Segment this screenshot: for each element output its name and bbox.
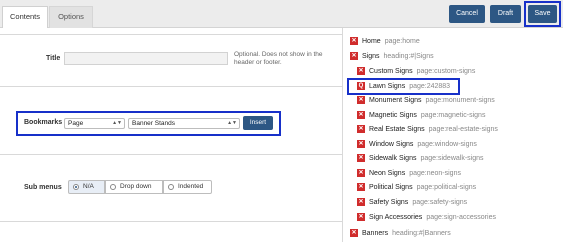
delete-icon[interactable]: ✕ xyxy=(357,213,365,222)
submenu-option-indented[interactable]: Indented xyxy=(163,180,212,194)
page-list-item[interactable]: ✕ Custom Signs page:custom-signs xyxy=(357,66,475,78)
page-list-item[interactable]: ✕ Signs heading:#|Signs xyxy=(350,51,434,63)
page-meta: heading:#|Banners xyxy=(392,230,451,237)
page-list-item[interactable]: ✕ Sidewalk Signs page:sidewalk-signs xyxy=(357,153,484,165)
delete-icon[interactable]: ✕ xyxy=(357,96,365,105)
submenu-option-na[interactable]: N/A xyxy=(68,180,105,194)
radio-selected-icon xyxy=(73,184,79,190)
page-title: Sign Accessories xyxy=(369,214,423,221)
page-list-item[interactable]: ✕ Home page:home xyxy=(350,36,420,48)
title-label: Title xyxy=(46,55,61,62)
submenu-option-label: Drop down xyxy=(120,183,152,190)
page-meta: page:magnetic-signs xyxy=(420,112,486,119)
page-list-item[interactable]: ✕ Real Estate Signs page:real-estate-signs xyxy=(357,124,498,136)
page-meta: page:safety-signs xyxy=(412,199,468,206)
delete-icon[interactable]: ✕ xyxy=(357,140,365,149)
section-divider xyxy=(0,86,342,87)
select-caret-icon: ▲▼ xyxy=(112,120,122,126)
panel-divider xyxy=(342,28,343,242)
page-list-item[interactable]: ✕ Political Signs page:political-signs xyxy=(357,182,476,194)
page-title: Banners xyxy=(362,230,389,237)
bookmark-page-select[interactable]: Banner Stands ▲▼ xyxy=(128,118,240,129)
bookmark-page-value: Banner Stands xyxy=(132,120,176,127)
page-meta: page:sidewalk-signs xyxy=(420,155,484,162)
delete-icon[interactable]: ✕ xyxy=(357,67,365,76)
page-title: Signs xyxy=(362,53,380,60)
tab-contents[interactable]: Contents xyxy=(2,6,48,28)
top-bar: Contents Options Cancel Draft Save xyxy=(0,0,563,28)
submenu-option-label: N/A xyxy=(83,183,94,190)
page-meta: page:home xyxy=(384,38,420,45)
page-title: Monument Signs xyxy=(369,97,422,104)
save-button[interactable]: Save xyxy=(528,5,557,23)
section-divider xyxy=(0,154,342,155)
page-title: Sidewalk Signs xyxy=(369,155,417,162)
page-title: Window Signs xyxy=(369,141,414,148)
page-title: Lawn Signs xyxy=(369,83,406,90)
delete-icon[interactable]: ✕ xyxy=(357,198,365,207)
delete-icon[interactable]: ✕ xyxy=(350,52,358,61)
delete-icon[interactable]: ✕ xyxy=(357,169,365,178)
delete-icon[interactable]: ✕ xyxy=(350,229,358,238)
page-title: Home xyxy=(362,38,381,45)
page-meta: page:custom-signs xyxy=(416,68,476,75)
page-meta: page:political-signs xyxy=(416,184,477,191)
page-list-item[interactable]: ✕ Window Signs page:window-signs xyxy=(357,139,477,151)
page-meta: heading:#|Signs xyxy=(383,53,434,60)
cancel-button[interactable]: Cancel xyxy=(449,5,485,23)
page-title: Real Estate Signs xyxy=(369,126,425,133)
delete-icon[interactable]: ✕ xyxy=(357,111,365,120)
page-meta: page:monument-signs xyxy=(425,97,495,104)
page-meta: page:window-signs xyxy=(417,141,477,148)
page-list-item[interactable]: ✕ Safety Signs page:safety-signs xyxy=(357,197,467,209)
submenu-option-label: Indented xyxy=(178,183,204,190)
page-list-item[interactable]: ✕ Magnetic Signs page:magnetic-signs xyxy=(357,110,485,122)
delete-icon[interactable]: ✕ xyxy=(350,37,358,46)
title-input[interactable] xyxy=(64,52,228,65)
page-meta: page:sign-accessories xyxy=(426,214,496,221)
page-title: Safety Signs xyxy=(369,199,409,206)
delete-icon[interactable]: ✕ xyxy=(357,183,365,192)
page-list-item[interactable]: ✕ Sign Accessories page:sign-accessories xyxy=(357,212,496,224)
radio-icon xyxy=(168,184,174,190)
page-meta: page:neon-signs xyxy=(409,170,461,177)
page-title: Custom Signs xyxy=(369,68,413,75)
title-hint: Optional. Does not show in the header or… xyxy=(234,51,323,66)
delete-icon[interactable]: ✕ xyxy=(357,154,365,163)
section-divider xyxy=(0,221,342,222)
page-title: Magnetic Signs xyxy=(369,112,417,119)
section-divider xyxy=(0,34,342,35)
submenus-label: Sub menus xyxy=(24,184,62,191)
bookmark-type-value: Page xyxy=(68,120,84,127)
delete-icon[interactable]: ✕ xyxy=(357,125,365,134)
submenu-option-dropdown[interactable]: Drop down xyxy=(105,180,163,194)
page-list-item[interactable]: ✕ Banners heading:#|Banners xyxy=(350,228,451,240)
page-meta: page:real-estate-signs xyxy=(428,126,498,133)
tab-options[interactable]: Options xyxy=(49,6,93,28)
select-caret-icon: ▲▼ xyxy=(227,120,237,126)
page-title: Political Signs xyxy=(369,184,413,191)
page-meta: page:242883 xyxy=(409,83,451,90)
bookmark-type-select[interactable]: Page ▲▼ xyxy=(64,118,125,129)
page-list-item[interactable]: ✕ Neon Signs page:neon-signs xyxy=(357,168,461,180)
bookmarks-label: Bookmarks xyxy=(24,119,63,126)
radio-icon xyxy=(110,184,116,190)
page-list-item-selected[interactable]: Q Lawn Signs page:242883 xyxy=(357,81,450,93)
page-title: Neon Signs xyxy=(369,170,406,177)
search-icon[interactable]: Q xyxy=(357,82,365,91)
draft-button[interactable]: Draft xyxy=(490,5,521,23)
page-list-item[interactable]: ✕ Monument Signs page:monument-signs xyxy=(357,95,495,107)
insert-button[interactable]: Insert xyxy=(243,116,273,130)
